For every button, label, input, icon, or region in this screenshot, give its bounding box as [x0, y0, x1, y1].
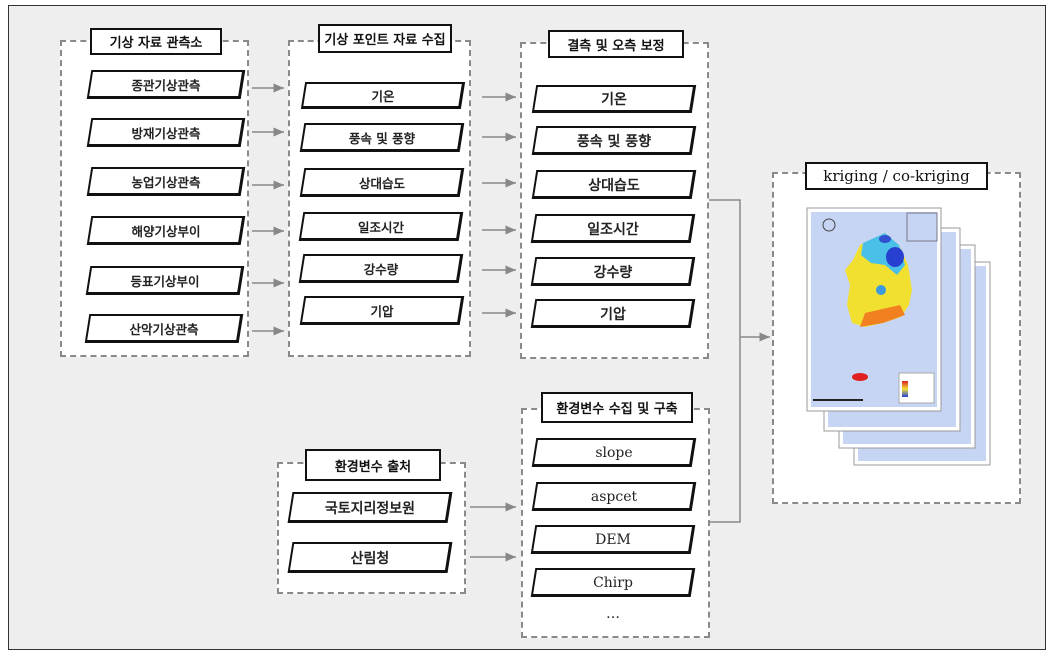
list-item: 풍속 및 풍향 [531, 126, 697, 155]
list-item: 상대습도 [531, 170, 697, 199]
list-item: 기압 [530, 299, 696, 328]
merge-connector [708, 199, 741, 523]
group-title: 환경변수 출처 [305, 449, 441, 481]
list-item: 농업기상관측 [86, 167, 246, 196]
group-title: 환경변수 수집 및 구축 [541, 392, 693, 423]
list-item: 풍속 및 풍향 [299, 123, 465, 152]
list-item: 상대습도 [299, 168, 465, 197]
list-item: 기온 [531, 85, 697, 113]
group-title: 기상 자료 관측소 [90, 28, 222, 55]
list-item: 국토지리정보원 [287, 492, 453, 523]
scale-bar [813, 399, 863, 401]
list-item: DEM [530, 525, 696, 554]
list-item: 기압 [299, 296, 465, 325]
jeju-island [852, 373, 868, 381]
list-item: 산림청 [287, 542, 453, 573]
list-item: 산악기상관측 [84, 314, 244, 343]
list-item: Chirp [530, 568, 696, 597]
group-env-source [277, 462, 466, 594]
more-indicator: … [606, 606, 620, 622]
list-item: 일조시간 [298, 212, 464, 241]
map-page-front [806, 207, 942, 412]
list-item: 일조시간 [530, 214, 696, 243]
list-item: 방재기상관측 [86, 118, 246, 147]
list-item: 등표기상부이 [85, 266, 245, 295]
group-title: 결측 및 오측 보정 [548, 30, 684, 58]
group-title: kriging / co-kriging [805, 162, 988, 190]
list-item: 기온 [300, 82, 466, 109]
list-item: 강수량 [530, 257, 696, 286]
list-item: 종관기상관측 [86, 70, 246, 99]
kriging-map-stack [806, 207, 991, 466]
list-item: slope [531, 438, 697, 467]
list-item: 강수량 [298, 254, 464, 283]
list-item: 해양기상부이 [86, 216, 246, 245]
group-title: 기상 포인트 자료 수집 [318, 24, 452, 53]
list-item: aspcet [531, 482, 697, 511]
